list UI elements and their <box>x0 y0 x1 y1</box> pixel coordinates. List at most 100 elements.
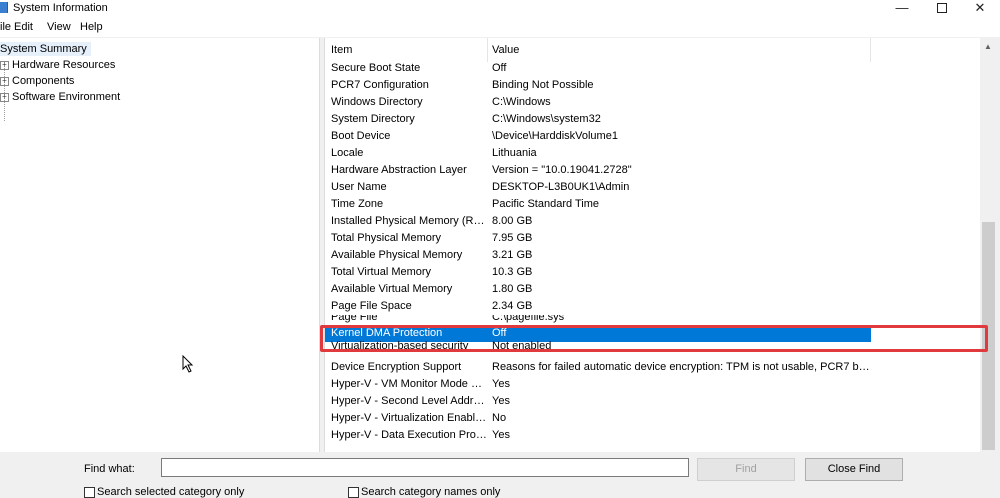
table-row[interactable]: Available Virtual Memory 1.80 GB <box>325 281 981 298</box>
row-item: Page File Space <box>331 300 412 312</box>
column-header-item[interactable]: Item <box>331 44 352 56</box>
tree-item-system-summary[interactable]: System Summary <box>0 42 91 56</box>
row-item: Installed Physical Memory (RAM) <box>331 215 487 227</box>
row-value: Pacific Standard Time <box>492 198 599 210</box>
menu-help[interactable]: Help <box>80 21 103 33</box>
find-label: Find what: <box>84 463 135 475</box>
table-row[interactable]: Hardware Abstraction Layer Version = "10.… <box>325 162 981 179</box>
table-row[interactable]: Hyper-V - VM Monitor Mode E... Yes <box>325 376 981 393</box>
title-bar: System Information — ✕ <box>0 0 1000 17</box>
menu-bar: ile Edit View Help <box>0 17 1000 37</box>
row-item: Boot Device <box>331 130 391 142</box>
row-value: C:\Windows <box>492 96 551 108</box>
row-item: Hyper-V - VM Monitor Mode E... <box>331 378 487 390</box>
row-item: Total Physical Memory <box>331 232 442 244</box>
table-row[interactable]: Available Physical Memory 3.21 GB <box>325 247 981 264</box>
app-icon <box>0 2 8 13</box>
row-item: PCR7 Configuration <box>331 79 429 91</box>
row-item: Page File <box>331 315 378 323</box>
table-row[interactable]: Page File Space 2.34 GB <box>325 298 981 315</box>
column-header-value[interactable]: Value <box>492 44 519 56</box>
tree-item-label: Hardware Resources <box>12 59 116 71</box>
highlight-annotation <box>320 325 988 352</box>
row-value: DESKTOP-L3B0UK1\Admin <box>492 181 630 193</box>
row-item: Windows Directory <box>331 96 423 108</box>
checkbox-box[interactable] <box>84 486 95 498</box>
checkbox-label: Search selected category only <box>97 486 245 498</box>
table-row[interactable]: User Name DESKTOP-L3B0UK1\Admin <box>325 179 981 196</box>
row-value: Reasons for failed automatic device encr… <box>492 361 872 373</box>
details-list[interactable]: Item Value Secure Boot State Off PCR7 Conf… <box>324 38 981 452</box>
tree-item-components[interactable]: + Components <box>0 74 74 88</box>
find-button[interactable]: Find <box>697 458 795 481</box>
checkbox-box[interactable] <box>348 486 359 498</box>
row-value: Version = "10.0.19041.2728" <box>492 164 632 176</box>
row-value: 3.21 GB <box>492 249 533 261</box>
table-row[interactable]: Device Encryption Support Reasons for fai… <box>325 359 981 376</box>
vertical-scrollbar[interactable]: ▲ <box>980 38 997 452</box>
row-item: User Name <box>331 181 387 193</box>
row-item: Device Encryption Support <box>331 361 462 373</box>
table-row[interactable]: System Directory C:\Windows\system32 <box>325 111 981 128</box>
category-tree[interactable]: System Summary + Hardware Resources + Comp… <box>0 38 320 452</box>
table-row[interactable]: Boot Device \Device\HarddiskVolume1 <box>325 128 981 145</box>
column-divider[interactable] <box>487 38 488 62</box>
table-row[interactable]: Hyper-V - Data Execution Prote... Yes <box>325 427 981 444</box>
row-value: No <box>492 412 507 424</box>
search-selected-category-checkbox[interactable]: Search selected category only <box>84 486 244 498</box>
expand-icon[interactable]: + <box>0 76 9 86</box>
expand-icon[interactable]: + <box>0 92 9 102</box>
menu-file[interactable]: ile <box>0 21 11 33</box>
row-item: Hyper-V - Virtualization Enable... <box>331 412 487 424</box>
scroll-up-icon[interactable]: ▲ <box>984 42 992 51</box>
row-value: 10.3 GB <box>492 266 533 278</box>
tree-item-label: Software Environment <box>12 91 121 103</box>
row-item: Hardware Abstraction Layer <box>331 164 467 176</box>
table-row[interactable]: Page File C:\pagefile.sys <box>325 315 981 325</box>
expand-icon[interactable]: + <box>0 60 9 70</box>
table-row[interactable]: Secure Boot State Off <box>325 60 981 77</box>
column-divider[interactable] <box>870 38 871 62</box>
table-row[interactable]: Total Virtual Memory 10.3 GB <box>325 264 981 281</box>
row-value: 7.95 GB <box>492 232 533 244</box>
table-row[interactable]: Total Physical Memory 7.95 GB <box>325 230 981 247</box>
row-value: Yes <box>492 429 510 441</box>
menu-view[interactable]: View <box>47 21 71 33</box>
row-value: Yes <box>492 395 510 407</box>
row-item: Hyper-V - Data Execution Prote... <box>331 429 487 441</box>
search-category-names-checkbox[interactable]: Search category names only <box>348 486 500 498</box>
row-value: 1.80 GB <box>492 283 533 295</box>
list-header: Item Value <box>325 38 981 62</box>
table-row[interactable]: Installed Physical Memory (RAM) 8.00 GB <box>325 213 981 230</box>
row-value: \Device\HarddiskVolume1 <box>492 130 618 142</box>
row-item: Locale <box>331 147 364 159</box>
list-rows: Secure Boot State Off PCR7 Configuration Bi… <box>325 60 981 444</box>
table-row[interactable]: Hyper-V - Second Level Addres... Yes <box>325 393 981 410</box>
row-value: Off <box>492 62 507 74</box>
maximize-button[interactable] <box>924 0 960 17</box>
table-row[interactable]: PCR7 Configuration Binding Not Possible <box>325 77 981 94</box>
row-item: Hyper-V - Second Level Addres... <box>331 395 487 407</box>
close-find-button[interactable]: Close Find <box>805 458 903 481</box>
table-row[interactable]: Windows Directory C:\Windows <box>325 94 981 111</box>
close-button[interactable]: ✕ <box>962 0 998 17</box>
row-item: Secure Boot State <box>331 62 421 74</box>
row-item: Available Virtual Memory <box>331 283 453 295</box>
table-row[interactable]: Hyper-V - Virtualization Enable... No <box>325 410 981 427</box>
row-item: Total Virtual Memory <box>331 266 432 278</box>
tree-item-hardware-resources[interactable]: + Hardware Resources <box>0 58 115 72</box>
row-value: C:\pagefile.sys <box>492 315 565 323</box>
row-item: Time Zone <box>331 198 384 210</box>
row-value: C:\Windows\system32 <box>492 113 601 125</box>
tree-item-software-environment[interactable]: + Software Environment <box>0 90 120 104</box>
table-row[interactable]: Locale Lithuania <box>325 145 981 162</box>
minimize-button[interactable]: — <box>884 0 920 17</box>
row-item: Available Physical Memory <box>331 249 463 261</box>
find-input[interactable] <box>161 458 689 477</box>
row-value: Lithuania <box>492 147 537 159</box>
menu-edit[interactable]: Edit <box>14 21 33 33</box>
row-value: 2.34 GB <box>492 300 533 312</box>
table-row[interactable]: Time Zone Pacific Standard Time <box>325 196 981 213</box>
find-bar: Find what: Find Close Find Search select… <box>0 452 1000 498</box>
row-value: Binding Not Possible <box>492 79 594 91</box>
